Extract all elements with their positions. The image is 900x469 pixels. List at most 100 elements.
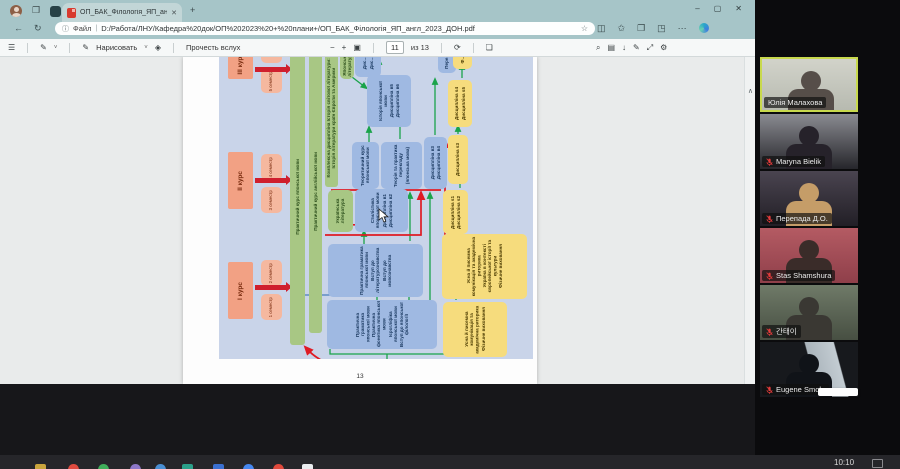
diagram-semester: 5 семестр (261, 69, 282, 93)
address-input[interactable]: ⓘ Файл | D:/Работа/ЛНУ/Кафедра%20док/ОП%… (55, 22, 595, 35)
mouse-cursor (378, 208, 389, 223)
participant-name-tag: Maryna Bielik (762, 156, 825, 167)
taskbar-app-icon[interactable] (273, 464, 284, 469)
taskbar-app-icon[interactable] (68, 464, 79, 469)
edit-icon[interactable]: ✎ (633, 43, 640, 52)
search-icon[interactable]: ⌕ (596, 43, 600, 53)
print-icon[interactable]: ▤ (607, 43, 615, 52)
participants-rail: Юлія Малахова Maryna Bielik Перепада Д.О… (755, 0, 900, 455)
windows-taskbar: 10:10 (0, 455, 900, 469)
taskbar-app-icon[interactable] (182, 464, 193, 469)
participant-name-tag: Stas Shamshura (762, 270, 835, 281)
new-tab-button[interactable]: + (190, 5, 195, 15)
muted-mic-icon (766, 272, 773, 280)
extensions-icon[interactable]: ◳ (657, 23, 666, 34)
taskbar-app-icon[interactable] (302, 464, 313, 469)
diagram-yellow-box: Дисципліна s4Дисципліна s5 (448, 80, 472, 127)
diagram-blue-box: Теоретичний курс японської мови (352, 142, 379, 189)
participant-tile[interactable]: Перепада Д.О. (760, 171, 858, 226)
system-tray-icon[interactable] (872, 459, 883, 468)
participant-list: Юлія Малахова Maryna Bielik Перепада Д.О… (760, 57, 858, 399)
participant-silhouette-head (799, 183, 819, 203)
read-aloud-button[interactable]: Прочесть вслух (186, 43, 240, 52)
diagram-green-bar: Практичний курс японської мови (290, 57, 305, 345)
diagram-yellow-box: Усна й писемна комунікація та академічна… (442, 234, 527, 299)
participant-silhouette-head (799, 240, 819, 260)
bookmark-star-icon[interactable]: ☆ (581, 24, 588, 33)
url-scheme-label: Файл (73, 24, 91, 33)
taskbar-app-icon[interactable] (98, 464, 109, 469)
pen-caret-icon[interactable]: ˅ (54, 45, 58, 51)
tab-strip: ❐ ОП_БАК_Філологія_ЯП_англ_20... ✕ + – ▢… (0, 0, 756, 22)
participant-tile[interactable]: Stas Shamshura (760, 228, 858, 283)
diagram-course: І курс (228, 262, 253, 319)
profile-avatar-icon[interactable] (10, 5, 22, 17)
diagram-red-arrow (255, 178, 287, 183)
zoom-in-button[interactable]: + (342, 43, 347, 52)
diagram-course: ІІ курс (228, 152, 253, 209)
page-total-label: из 13 (411, 43, 429, 52)
diagram-yellow-box: Дисципліна s3 (448, 135, 468, 184)
diagram-semester: 2 семестр (261, 260, 282, 286)
diagram-green-bar: Комплексна дисципліна Історія світової л… (325, 57, 338, 187)
more-menu-icon[interactable]: ⋯ (678, 23, 687, 34)
participant-name-tag: 간태이 (762, 325, 801, 338)
scrollbar-up-icon[interactable]: ∧ (748, 87, 753, 95)
settings-icon[interactable]: ⚙ (660, 43, 667, 52)
taskbar-app-icon[interactable] (243, 464, 254, 469)
taskbar-app-icon[interactable] (213, 464, 224, 469)
diagram-red-arrow (255, 285, 287, 290)
split-screen-icon[interactable]: ◫ (597, 23, 606, 34)
browser-window: ❐ ОП_БАК_Філологія_ЯП_англ_20... ✕ + – ▢… (0, 0, 756, 383)
close-tab-icon[interactable]: ✕ (171, 9, 177, 17)
diagram-yellow-box: Дисципліна s1Дисципліна s2 (443, 190, 468, 234)
save-icon[interactable]: ↓ (622, 43, 626, 52)
pen-tool-icon[interactable]: ✎ (40, 43, 47, 52)
site-info-icon[interactable]: ⓘ (62, 24, 69, 34)
diagram-semester: 3 семестр (261, 187, 282, 213)
fit-page-icon[interactable]: ▣ (353, 43, 361, 52)
rotate-page-icon[interactable]: ⟳ (454, 43, 461, 52)
diagram-panel: ІІІ курс5 семестрІІ курс4 семестр3 семес… (219, 57, 533, 359)
browser-tab[interactable]: ОП_БАК_Філологія_ЯП_англ_20... ✕ (62, 3, 182, 22)
diagram-blue-box: Дисципліна в3Дисципліна в4 (424, 137, 447, 189)
close-window-button[interactable]: ✕ (735, 4, 742, 13)
participant-tile[interactable]: Maryna Bielik (760, 114, 858, 169)
printed-page-number: 13 (183, 373, 537, 380)
url-divider: | (95, 25, 97, 32)
tab-actions-icon[interactable] (50, 6, 61, 17)
back-button[interactable]: ← (14, 23, 23, 33)
participant-name: Stas Shamshura (776, 271, 831, 280)
refresh-button[interactable]: ↻ (34, 23, 42, 34)
diagram-yellow-box: Ф… (453, 57, 472, 69)
diagram-blue-box: Практична граматика японської мовиПракти… (327, 300, 437, 349)
draw-button[interactable]: Нарисовать (96, 43, 137, 52)
zoom-out-button[interactable]: − (330, 43, 335, 52)
minimize-button[interactable]: – (695, 4, 699, 13)
favorites-icon[interactable]: ✩ (618, 23, 626, 34)
participant-name: 간태이 (776, 326, 797, 337)
diagram-red-arrow (255, 67, 287, 72)
eraser-icon[interactable]: ◈ (155, 43, 161, 52)
diagram-blue-box: Історія японської мовиДисципліна в5Дисци… (367, 75, 411, 127)
annotation-menu-icon[interactable]: ☰ (8, 43, 15, 52)
taskbar-clock[interactable]: 10:10 (834, 458, 854, 467)
muted-mic-icon (766, 215, 773, 223)
taskbar-app-icon[interactable] (130, 464, 141, 469)
taskbar-app-icon[interactable] (155, 464, 166, 469)
draw-caret-icon[interactable]: ˅ (144, 45, 148, 51)
collections-icon[interactable]: ❐ (637, 23, 645, 34)
diagram-blue-box: Практична граматика японської мовиВступ … (328, 244, 423, 297)
maximize-button[interactable]: ▢ (714, 4, 722, 13)
draw-tool-icon[interactable]: ✎ (82, 43, 89, 52)
diagram-green-box: Японська література (340, 57, 354, 79)
fullscreen-icon[interactable]: ⤢ (647, 43, 653, 53)
participant-name-tag: Перепада Д.О. (762, 213, 832, 224)
taskbar-app-icon[interactable] (35, 464, 46, 469)
copilot-icon[interactable] (699, 23, 709, 33)
page-view-icon[interactable]: ❏ (486, 43, 493, 52)
participant-tile[interactable]: Юлія Малахова (760, 57, 858, 112)
participant-tile[interactable]: 간태이 (760, 285, 858, 340)
page-number-input[interactable]: 11 (386, 41, 404, 54)
workspaces-icon[interactable]: ❐ (32, 5, 40, 16)
